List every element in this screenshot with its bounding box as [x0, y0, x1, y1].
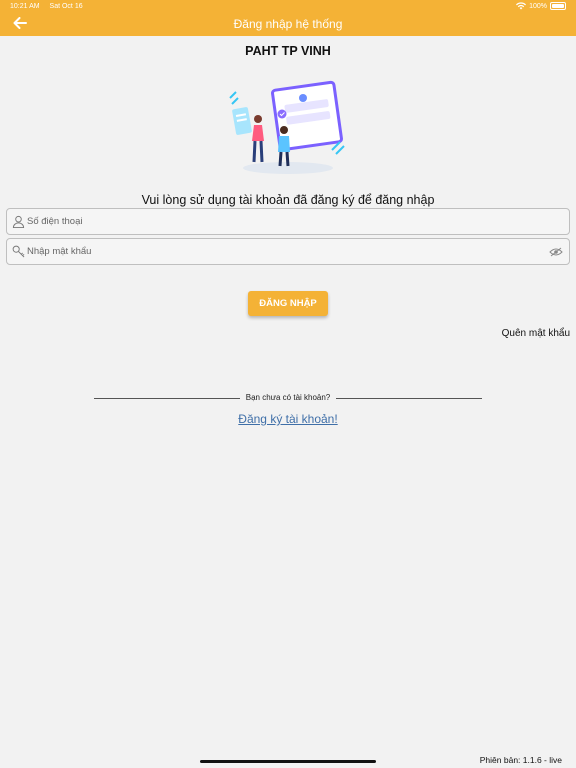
- status-time: 10:21 AM: [10, 3, 40, 10]
- user-icon: [12, 215, 25, 228]
- status-bar-right: 100%: [516, 2, 566, 10]
- signup-question: Bạn chưa có tài khoản?: [0, 393, 576, 402]
- app-version: Phiên bản: 1.1.6 - live: [479, 755, 562, 765]
- password-field[interactable]: [6, 238, 570, 265]
- password-input[interactable]: [27, 239, 547, 264]
- login-illustration: [229, 80, 345, 174]
- eye-icon[interactable]: [549, 247, 563, 257]
- phone-field[interactable]: [6, 208, 570, 235]
- app-title: PAHT TP VINH: [245, 44, 331, 58]
- battery-percent: 100%: [529, 2, 547, 10]
- phone-input[interactable]: [27, 209, 547, 234]
- battery-icon: [550, 2, 566, 10]
- key-icon: [12, 245, 25, 258]
- register-link[interactable]: Đăng ký tài khoản!: [238, 412, 337, 426]
- signup-question-text: Bạn chưa có tài khoản?: [239, 393, 337, 402]
- register-container: Đăng ký tài khoản!: [0, 410, 576, 428]
- wifi-icon: [516, 2, 527, 10]
- login-button[interactable]: ĐĂNG NHẬP: [248, 291, 328, 316]
- home-indicator: [200, 760, 376, 763]
- status-bar-left: 10:21 AM Sat Oct 16: [10, 3, 83, 10]
- app-header: 10:21 AM Sat Oct 16 100% Đăng nhập hệ th…: [0, 0, 576, 36]
- forgot-password-link[interactable]: Quên mật khẩu: [502, 328, 570, 339]
- login-prompt: Vui lòng sử dụng tài khoản đã đăng ký để…: [141, 193, 435, 207]
- status-date: Sat Oct 16: [49, 3, 83, 10]
- header-title: Đăng nhập hệ thống: [233, 17, 343, 31]
